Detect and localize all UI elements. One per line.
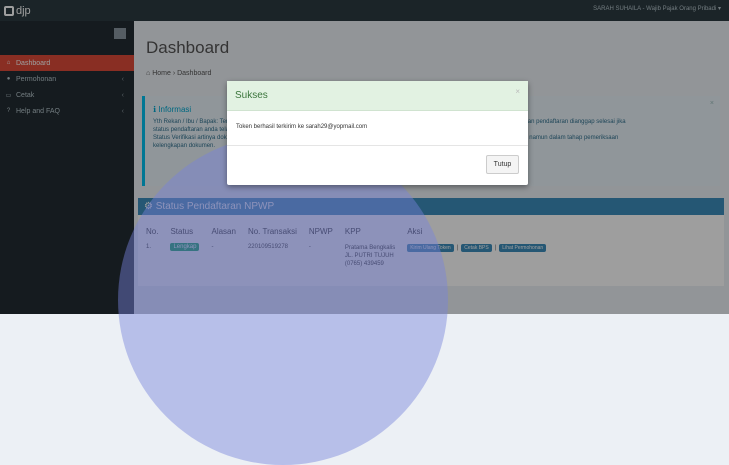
dialog-body: Token berhasil terkirim ke sarah29@yopma… — [227, 111, 528, 146]
close-icon[interactable]: × — [515, 87, 520, 96]
close-button[interactable]: Tutup — [486, 155, 519, 174]
dialog-footer: Tutup — [227, 146, 528, 186]
dialog-title: Sukses — [235, 90, 268, 101]
dialog-header: Sukses × — [227, 81, 528, 111]
dialog-message: Token berhasil terkirim ke sarah29@yopma… — [236, 124, 368, 130]
success-dialog: Sukses × Token berhasil terkirim ke sara… — [227, 81, 528, 185]
